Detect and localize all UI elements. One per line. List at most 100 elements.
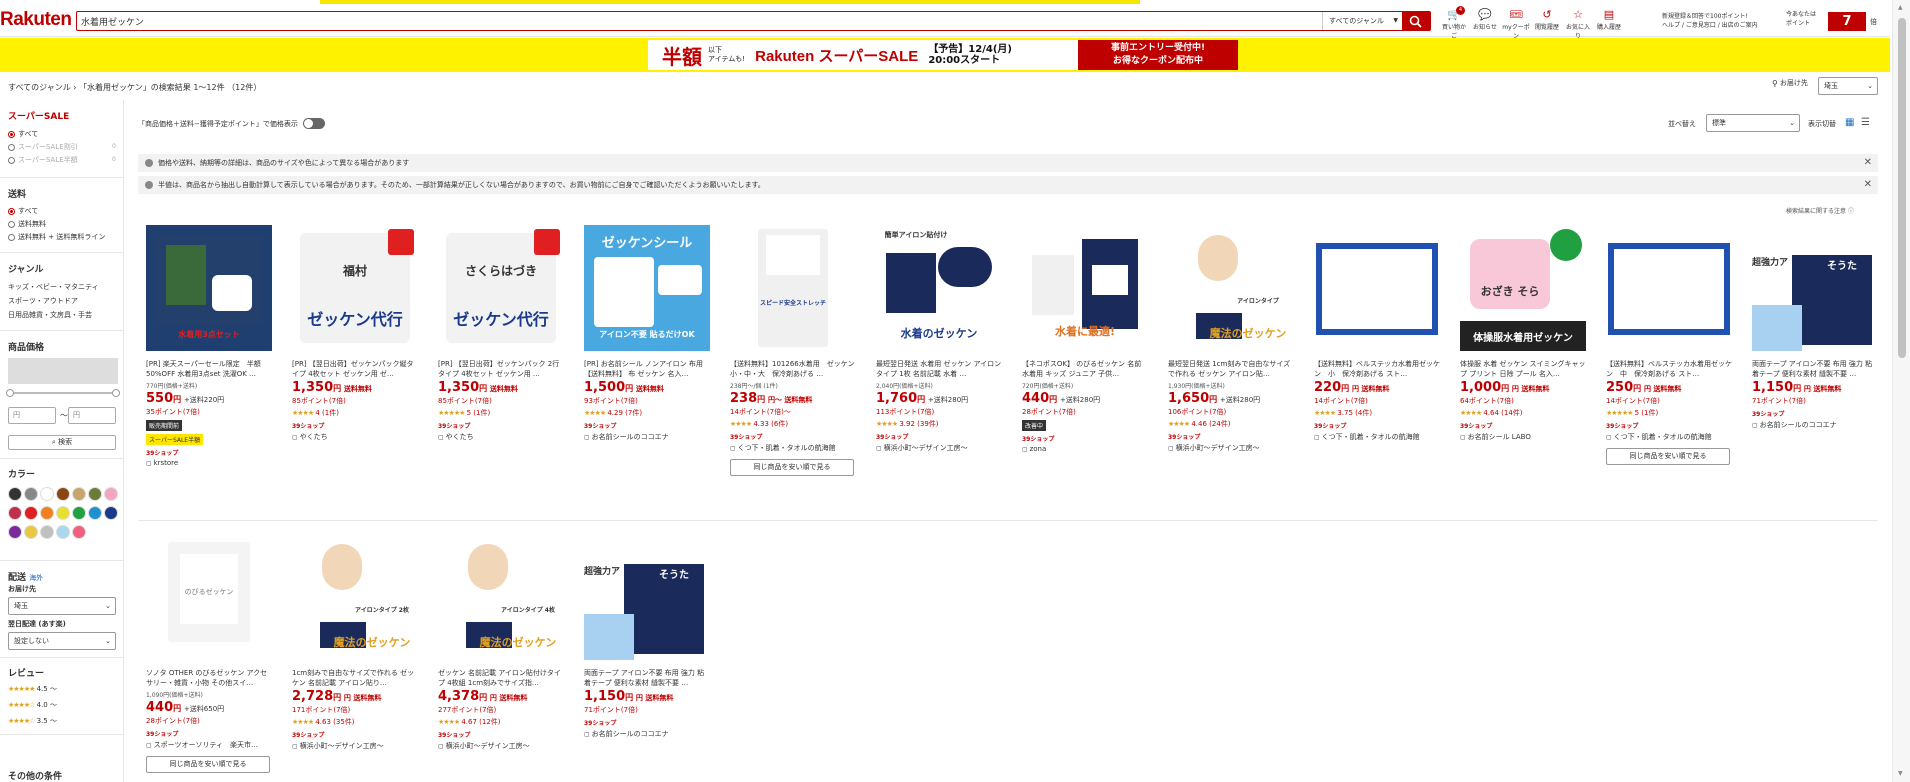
review-count[interactable]: 4.67 (12件) [461,718,500,726]
review-count[interactable]: 4.63 (35件) [315,718,354,726]
product-title[interactable]: 最短翌日発送 水着用 ゼッケン アイロン タイプ 1枚 名前記載 水着 … [876,359,1002,379]
color-swatch[interactable] [40,525,54,539]
super-sale-all[interactable]: すべて [8,129,38,139]
shop-name[interactable]: krstore [146,459,278,467]
shop-name[interactable]: やくたち [292,432,424,442]
color-swatch[interactable] [56,487,70,501]
color-swatch[interactable] [8,487,22,501]
product-title[interactable]: 両面テープ アイロン不要 布用 強力 粘着テープ 便利な素材 縫製不要 … [584,668,710,688]
product-rating[interactable]: ★★★★ 4.46 (24件) [1168,419,1300,429]
product-card[interactable]: 簡単アイロン貼付け 水着のゼッケン最短翌日発送 水着用 ゼッケン アイロン タイプ… [876,225,1008,453]
product-image-link[interactable]: アイロンタイプ 4枚 魔法のゼッケン [438,534,564,660]
ship-to-select[interactable]: 埼玉 ⌄ [1818,77,1878,95]
review-count[interactable]: 3.92 (39件) [899,420,938,428]
product-title[interactable]: 両面テープ アイロン不要 布用 強力 粘着テープ 便利な素材 縫製不要 … [1752,359,1878,379]
shop-name[interactable]: くつ下・肌着・タオルの航海館 [1314,432,1446,442]
scroll-down-icon[interactable]: ▼ [1898,770,1903,777]
sort-select[interactable]: 標準 ⌄ [1706,114,1800,132]
product-image-link[interactable]: おざき そら 体操服水着用ゼッケン [1460,225,1586,351]
slider-handle-min[interactable] [6,389,14,397]
genre-select[interactable]: すべてのジャンル ▼ [1322,12,1402,30]
product-image-link[interactable]: ゼッケンシール アイロン不要 貼るだけOK [584,225,710,351]
color-swatch[interactable] [72,506,86,520]
review-filter-35[interactable]: ★★★★☆ 3.5 ～ [8,716,57,726]
color-swatch[interactable] [40,506,54,520]
product-image-link[interactable]: 簡単アイロン貼付け 水着のゼッケン [876,225,1002,351]
product-rating[interactable]: ★★★★ 4.33 (6件) [730,419,862,429]
product-card[interactable]: そうた 超強力ア 両面テープ アイロン不要 布用 強力 粘着テープ 便利な素材 縫製… [584,534,716,739]
purchase-history-link[interactable]: ▤ 購入履歴 [1595,8,1623,36]
points-multiplier[interactable]: 7 [1828,12,1866,31]
shop-name[interactable]: お名前シール LABO [1460,432,1592,442]
product-image-link[interactable] [1606,225,1732,351]
search-results-note-link[interactable]: 検索結果に関する注意 ⓘ [1786,206,1854,215]
shipping-all[interactable]: すべて [8,206,38,216]
shipping-free[interactable]: 送料無料 [8,219,46,229]
product-title[interactable]: 【送料無料】ベルステッカ水着用ゼッケン 中 保冷剤あげる スト… [1606,359,1732,379]
product-image-link[interactable]: さくらはづき ゼッケン代行 [438,225,564,351]
slider-handle-max[interactable] [112,389,120,397]
price-max-input[interactable]: 円 [68,407,116,424]
product-image-link[interactable]: 水着用3点セット [146,225,272,351]
sale-banner[interactable]: 半額 以下 アイテムも! Rakuten スーパーSALE 【予告】12/4(月… [0,38,1890,72]
review-filter-45[interactable]: ★★★★★ 4.5 ～ [8,684,57,694]
review-count[interactable]: 5 (1件) [1635,409,1659,417]
color-swatch[interactable] [56,506,70,520]
product-image-link[interactable]: スピード安全ストレッチ [730,225,856,351]
close-icon[interactable]: ✕ [1864,176,1872,194]
shop-name[interactable]: くつ下・肌着・タオルの航海館 [730,443,862,453]
history-link[interactable]: ↺ 閲覧履歴 [1533,8,1561,36]
review-count[interactable]: 5 (1件) [467,409,491,417]
color-swatch[interactable] [72,487,86,501]
genre-item[interactable]: 日用品雑貨・文房具・手芸 [8,310,92,320]
cart-link[interactable]: 🛒 4 買い物かご [1440,6,1468,40]
similar-items-button[interactable]: 同じ商品を安い順で見る [730,459,854,476]
product-card[interactable]: アイロンタイプ 2枚 魔法のゼッケン 1cm刻みで自由なサイズで作れる ゼッケン 名… [292,534,424,751]
product-title[interactable]: 【送料無料】101266水着用 ゼッケン 小・中・大 保冷剤あげる … [730,359,856,379]
product-rating[interactable]: ★★★★ 3.92 (39件) [876,419,1008,429]
super-sale-half[interactable]: スーパーSALE半額 [8,155,78,165]
color-swatch[interactable] [104,506,118,520]
product-card[interactable]: ゼッケンシール アイロン不要 貼るだけOK [PR] お名前シール ノンアイロン 布… [584,225,716,442]
color-swatch[interactable] [104,487,118,501]
product-card[interactable]: 福村 ゼッケン代行 [PR] 【翌日出荷】ゼッケンパック縦タイプ 4枚セット ゼッケ… [292,225,424,442]
product-image-link[interactable]: 水着に最適! [1022,225,1148,351]
color-swatch[interactable] [72,525,86,539]
product-card[interactable]: 【送料無料】ベルステッカ水着用ゼッケン 中 保冷剤あげる スト… 250円 円 送… [1606,225,1738,465]
product-rating[interactable]: ★★★★★ 5 (1件) [438,408,570,418]
product-title[interactable]: 体操服 水着 ゼッケン スイミングキャップ プリント 日除 プール 名入… [1460,359,1586,379]
rakuten-logo[interactable]: Rakuten [0,9,72,31]
product-card[interactable]: 水着に最適! 【ネコポスOK】 のびるゼッケン 名前 水着用 キッズ ジュニア 子… [1022,225,1154,453]
product-card[interactable]: 【送料無料】ベルステッカ水着用ゼッケン 小 保冷剤あげる スト… 220円 円 送… [1314,225,1446,442]
product-card[interactable]: アイロンタイプ 4枚 魔法のゼッケン ゼッケン 名前記載 アイロン貼付けタイプ 4枚… [438,534,570,751]
product-image-link[interactable]: そうた 超強力ア [1752,225,1878,351]
product-rating[interactable]: ★★★★ 4.63 (35件) [292,717,424,727]
shop-name[interactable]: くつ下・肌着・タオルの航海館 [1606,432,1738,442]
color-swatch[interactable] [40,487,54,501]
notification-link[interactable]: 💬 お知らせ [1471,8,1499,36]
price-min-input[interactable]: 円 [8,407,56,424]
product-rating[interactable]: ★★★★★ 5 (1件) [1606,408,1738,418]
color-swatch[interactable] [56,525,70,539]
shop-name[interactable]: 横浜小町～デザイン工房～ [876,443,1008,453]
product-title[interactable]: [PR] 【翌日出荷】ゼッケンパック縦タイプ 4枚セット ゼッケン用 ゼ… [292,359,418,379]
color-swatch[interactable] [88,506,102,520]
product-rating[interactable]: ★★★★ 3.75 (4件) [1314,408,1446,418]
shipping-free-line[interactable]: 送料無料 + 送料無料ライン [8,232,105,242]
other-conditions-heading[interactable]: その他の条件 [8,769,62,782]
scrollbar-thumb[interactable] [1898,18,1906,358]
vertical-scrollbar[interactable]: ▲ ▼ [1892,0,1910,782]
product-title[interactable]: 【ネコポスOK】 のびるゼッケン 名前 水着用 キッズ ジュニア 子供… [1022,359,1148,379]
color-swatch[interactable] [88,487,102,501]
top-notice[interactable]: 新規登録＆回答で100ポイント! ヘルプ / ご意見窓口 / 出店のご案内 [1662,12,1758,30]
review-count[interactable]: 4.29 (7件) [607,409,642,417]
review-count[interactable]: 4.46 (24件) [1191,420,1230,428]
product-image-link[interactable]: アイロンタイプ 魔法のゼッケン [1168,225,1294,351]
price-display-toggle[interactable] [302,118,325,129]
product-card[interactable]: さくらはづき ゼッケン代行 [PR] 【翌日出荷】ゼッケンパック 2行タイプ 4枚セ… [438,225,570,442]
similar-items-button[interactable]: 同じ商品を安い順で見る [1606,448,1730,465]
grid-view-icon[interactable]: ▦ [1845,118,1855,128]
product-card[interactable]: おざき そら 体操服水着用ゼッケン体操服 水着 ゼッケン スイミングキャップ プリ… [1460,225,1592,442]
search-button[interactable] [1402,11,1430,31]
star-link[interactable]: ☆ お気に入り [1564,8,1592,40]
